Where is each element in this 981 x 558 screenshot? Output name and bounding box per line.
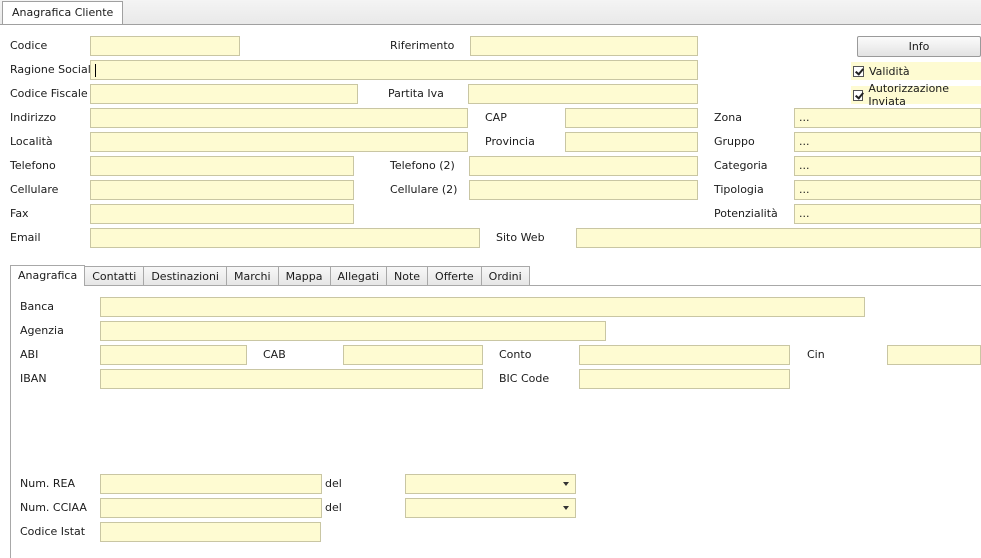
telefono-label: Telefono bbox=[10, 159, 56, 172]
detail-tabs: Anagrafica Contatti Destinazioni Marchi … bbox=[10, 265, 530, 286]
cab-field[interactable] bbox=[343, 345, 483, 365]
categoria-label: Categoria bbox=[714, 159, 768, 172]
indirizzo-field[interactable] bbox=[90, 108, 468, 128]
conto-label: Conto bbox=[499, 348, 532, 361]
codice-field[interactable] bbox=[90, 36, 240, 56]
validita-checkbox[interactable]: Validità bbox=[851, 62, 981, 80]
potenzialita-lookup[interactable]: ... bbox=[794, 204, 981, 224]
banca-field[interactable] bbox=[100, 297, 865, 317]
iban-field[interactable] bbox=[100, 369, 483, 389]
sito-web-label: Sito Web bbox=[496, 231, 545, 244]
cellulare2-field[interactable] bbox=[469, 180, 698, 200]
tab-mappa[interactable]: Mappa bbox=[278, 266, 331, 286]
tab-note[interactable]: Note bbox=[387, 266, 429, 286]
provincia-label: Provincia bbox=[485, 135, 535, 148]
cap-label: CAP bbox=[485, 111, 507, 124]
tab-marchi[interactable]: Marchi bbox=[226, 266, 279, 286]
zona-label: Zona bbox=[714, 111, 742, 124]
codice-istat-field[interactable] bbox=[100, 522, 321, 542]
codice-label: Codice bbox=[10, 39, 48, 52]
iban-label: IBAN bbox=[20, 372, 47, 385]
ragione-sociale-label: Ragione Sociale bbox=[10, 63, 98, 76]
zona-lookup[interactable]: ... bbox=[794, 108, 981, 128]
banca-label: Banca bbox=[20, 300, 55, 313]
cap-field[interactable] bbox=[565, 108, 698, 128]
cellulare-field[interactable] bbox=[90, 180, 354, 200]
rea-del-label: del bbox=[325, 477, 342, 490]
partita-iva-label: Partita Iva bbox=[388, 87, 444, 100]
riferimento-field[interactable] bbox=[470, 36, 698, 56]
info-button[interactable]: Info bbox=[857, 36, 981, 57]
email-field[interactable] bbox=[90, 228, 480, 248]
rea-date-dropdown[interactable] bbox=[405, 474, 576, 494]
tab-offerte[interactable]: Offerte bbox=[428, 266, 482, 286]
cciaa-del-label: del bbox=[325, 501, 342, 514]
fax-field[interactable] bbox=[90, 204, 354, 224]
categoria-lookup[interactable]: ... bbox=[794, 156, 981, 176]
agenzia-label: Agenzia bbox=[20, 324, 64, 337]
tab-allegati[interactable]: Allegati bbox=[330, 266, 387, 286]
email-label: Email bbox=[10, 231, 41, 244]
chevron-down-icon bbox=[563, 506, 569, 510]
sito-web-field[interactable] bbox=[576, 228, 981, 248]
check-icon bbox=[853, 89, 864, 101]
bic-code-label: BIC Code bbox=[499, 372, 550, 385]
localita-label: Località bbox=[10, 135, 53, 148]
cab-label: CAB bbox=[263, 348, 286, 361]
tab-anagrafica[interactable]: Anagrafica bbox=[10, 265, 86, 286]
telefono2-label: Telefono (2) bbox=[390, 159, 455, 172]
gruppo-label: Gruppo bbox=[714, 135, 755, 148]
tab-destinazioni[interactable]: Destinazioni bbox=[144, 266, 227, 286]
indirizzo-label: Indirizzo bbox=[10, 111, 57, 124]
bic-code-field[interactable] bbox=[579, 369, 790, 389]
agenzia-field[interactable] bbox=[100, 321, 606, 341]
telefono2-field[interactable] bbox=[469, 156, 698, 176]
num-cciaa-label: Num. CCIAA bbox=[20, 501, 87, 514]
telefono-field[interactable] bbox=[90, 156, 354, 176]
localita-field[interactable] bbox=[90, 132, 468, 152]
tab-ordini[interactable]: Ordini bbox=[481, 266, 530, 286]
num-cciaa-field[interactable] bbox=[100, 498, 322, 518]
codice-fiscale-field[interactable] bbox=[90, 84, 358, 104]
gruppo-lookup[interactable]: ... bbox=[794, 132, 981, 152]
codice-istat-label: Codice Istat bbox=[20, 525, 86, 538]
autorizzazione-inviata-checkbox[interactable]: Autorizzazione Inviata bbox=[851, 82, 981, 108]
abi-field[interactable] bbox=[100, 345, 247, 365]
cin-field[interactable] bbox=[887, 345, 981, 365]
autorizzazione-inviata-label: Autorizzazione Inviata bbox=[868, 82, 950, 108]
fax-label: Fax bbox=[10, 207, 29, 220]
cin-label: Cin bbox=[807, 348, 825, 361]
num-rea-label: Num. REA bbox=[20, 477, 76, 490]
cciaa-date-dropdown[interactable] bbox=[405, 498, 576, 518]
conto-field[interactable] bbox=[579, 345, 790, 365]
potenzialita-label: Potenzialità bbox=[714, 207, 778, 220]
tab-anagrafica-cliente[interactable]: Anagrafica Cliente bbox=[2, 1, 124, 24]
abi-label: ABI bbox=[20, 348, 39, 361]
tipologia-lookup[interactable]: ... bbox=[794, 180, 981, 200]
cellulare-label: Cellulare bbox=[10, 183, 59, 196]
ragione-sociale-field[interactable] bbox=[90, 60, 698, 80]
cellulare2-label: Cellulare (2) bbox=[390, 183, 458, 196]
partita-iva-field[interactable] bbox=[468, 84, 698, 104]
codice-fiscale-label: Codice Fiscale bbox=[10, 87, 88, 100]
document-tab-strip bbox=[0, 0, 981, 25]
text-caret bbox=[95, 63, 96, 77]
riferimento-label: Riferimento bbox=[390, 39, 455, 52]
provincia-field[interactable] bbox=[565, 132, 698, 152]
check-icon bbox=[853, 65, 864, 77]
num-rea-field[interactable] bbox=[100, 474, 322, 494]
tipologia-label: Tipologia bbox=[714, 183, 764, 196]
chevron-down-icon bbox=[563, 482, 569, 486]
validita-label: Validità bbox=[869, 64, 910, 78]
tab-contatti[interactable]: Contatti bbox=[85, 266, 145, 286]
